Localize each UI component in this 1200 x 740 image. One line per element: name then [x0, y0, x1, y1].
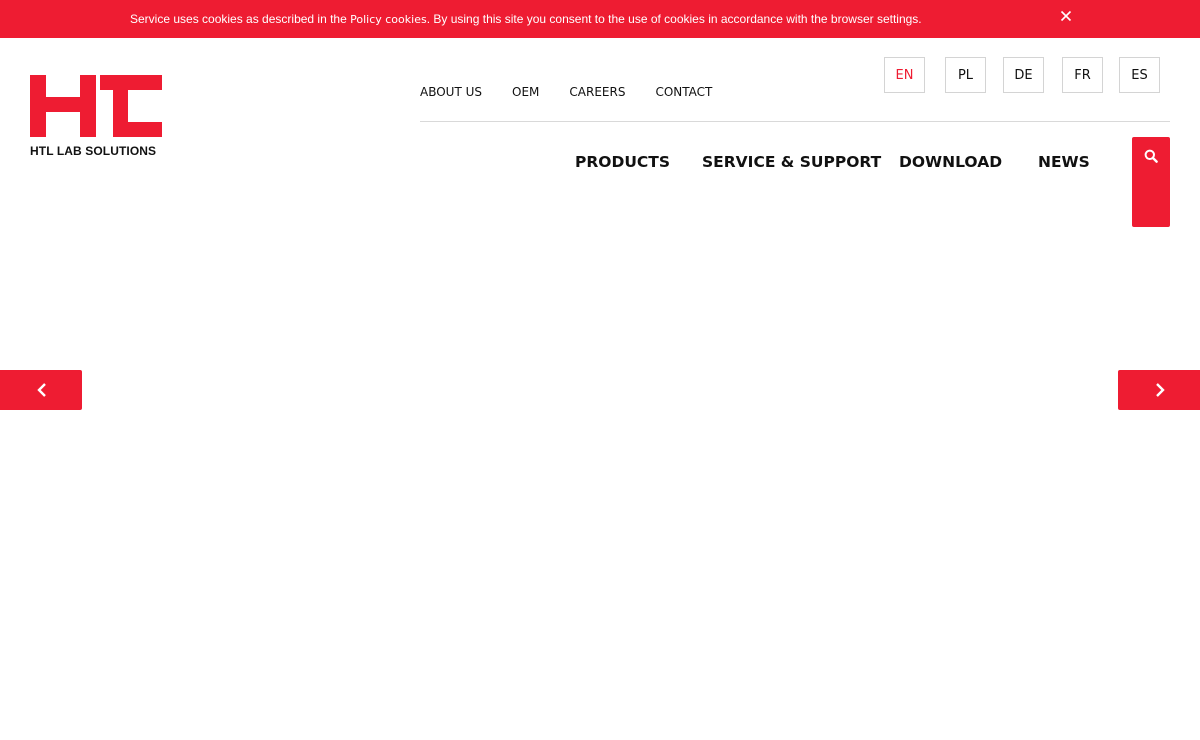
chevron-right-icon [1156, 383, 1165, 397]
cookie-text-after: . By using this site you consent to the … [426, 12, 922, 26]
lang-pl[interactable]: PL [945, 57, 986, 93]
close-icon[interactable] [1058, 8, 1074, 24]
main-nav-service-support[interactable]: SERVICE & SUPPORT [702, 152, 881, 172]
lang-es[interactable]: ES [1119, 57, 1160, 93]
main-nav-news[interactable]: NEWS [1038, 152, 1090, 172]
lang-de[interactable]: DE [1003, 57, 1044, 93]
lang-fr[interactable]: FR [1062, 57, 1103, 93]
slider-prev-button[interactable] [0, 370, 82, 410]
cookie-consent-bar: Service uses cookies as described in the… [0, 0, 1200, 38]
main-nav-products[interactable]: PRODUCTS [575, 152, 670, 172]
slider-next-button[interactable] [1118, 370, 1200, 410]
chevron-left-icon [37, 383, 46, 397]
top-nav-careers[interactable]: CAREERS [569, 84, 625, 100]
search-icon [1144, 149, 1158, 163]
top-nav-oem[interactable]: OEM [512, 84, 539, 100]
lang-en[interactable]: EN [884, 57, 925, 93]
main-nav-download[interactable]: DOWNLOAD [899, 152, 1002, 172]
cookie-text-before: Service uses cookies as described in the [130, 12, 351, 26]
top-nav: ABOUT US OEM CAREERS CONTACT [420, 84, 742, 100]
policy-cookies-link[interactable]: Policy cookies [350, 13, 427, 26]
cookie-consent-text: Service uses cookies as described in the… [130, 11, 922, 28]
search-button[interactable] [1132, 137, 1170, 227]
logo-caption: HTL LAB SOLUTIONS [30, 144, 157, 158]
header-divider [420, 121, 1170, 122]
top-nav-contact[interactable]: CONTACT [655, 84, 712, 100]
top-nav-about-us[interactable]: ABOUT US [420, 84, 482, 100]
